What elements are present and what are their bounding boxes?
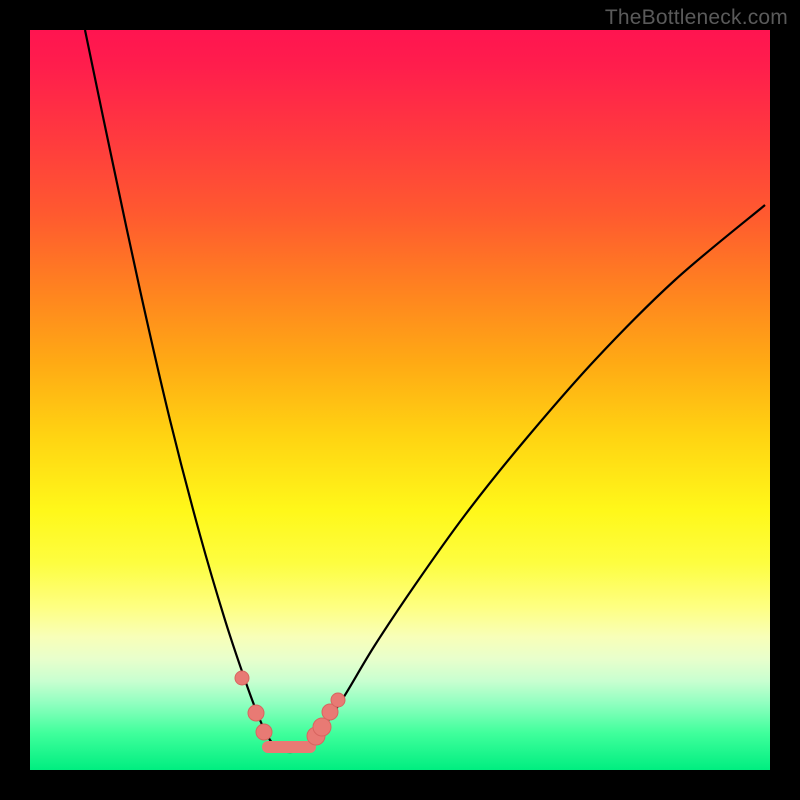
watermark-text: TheBottleneck.com	[605, 6, 788, 30]
optimal-marker	[248, 705, 264, 721]
optimal-marker	[235, 671, 249, 685]
optimal-marker	[256, 724, 272, 740]
optimal-marker	[313, 718, 331, 736]
chart-plot-area	[30, 30, 770, 770]
optimal-marker	[307, 727, 325, 745]
bottleneck-curve-svg	[30, 30, 770, 770]
optimal-marker	[331, 693, 345, 707]
optimal-marker	[322, 704, 338, 720]
optimal-range-markers	[235, 671, 345, 747]
bottleneck-curve-line	[85, 30, 765, 752]
